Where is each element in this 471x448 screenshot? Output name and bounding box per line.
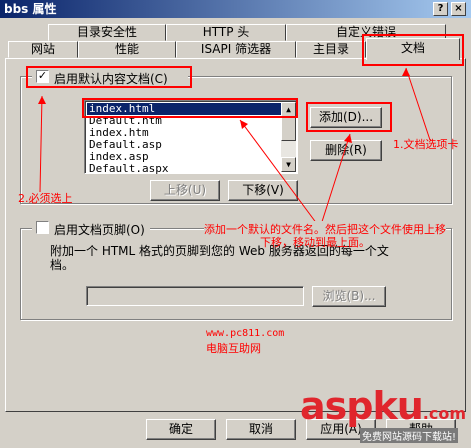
checkbox-annotation: 2.必须选上 xyxy=(18,192,73,205)
arrowhead-add xyxy=(344,134,352,143)
watermark-tagline: 免费网站源码下载站! xyxy=(360,428,459,443)
arrowhead-checkbox xyxy=(38,96,46,104)
arrow-to-add xyxy=(319,133,351,229)
watermark-tld: .com xyxy=(422,404,467,423)
arrow-to-checkbox xyxy=(39,95,43,193)
aspku-watermark: aspku.com xyxy=(300,384,466,428)
site-url: www.pc811.com xyxy=(206,328,285,339)
watermark-brand: aspku xyxy=(300,384,424,428)
tab-annotation: 1.文档选项卡 xyxy=(393,138,459,151)
add-annotation-line2: 下移，移动到最上面。 xyxy=(260,236,370,249)
arrowhead-list xyxy=(240,120,248,129)
arrow-to-tab xyxy=(405,67,431,141)
arrowhead-tab xyxy=(402,68,410,76)
arrow-to-list xyxy=(239,119,321,229)
site-name: 电脑互助网 xyxy=(206,342,261,355)
